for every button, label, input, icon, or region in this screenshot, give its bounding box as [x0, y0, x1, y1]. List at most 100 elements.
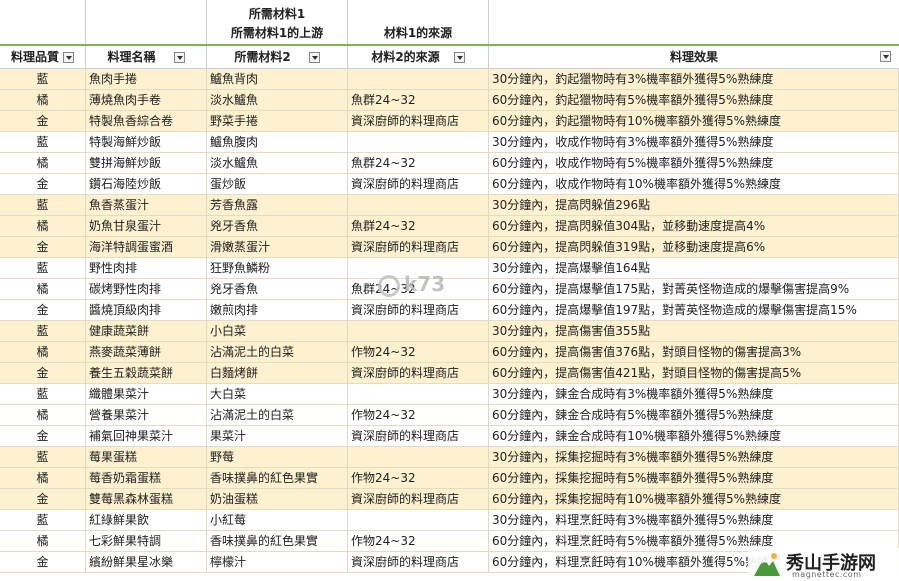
cell-quality[interactable]: 藍 — [0, 195, 86, 216]
cell-source2[interactable]: 作物24~32 — [348, 342, 489, 363]
filter-dropdown-icon[interactable] — [63, 52, 74, 63]
cell-dish-name[interactable]: 纖體果菜汁 — [86, 384, 207, 405]
cell-material2[interactable]: 滑嫩蒸蛋汁 — [207, 237, 348, 258]
cell-dish-name[interactable]: 醬燒頂級肉排 — [86, 300, 207, 321]
cell-dish-name[interactable]: 健康蔬菜餅 — [86, 321, 207, 342]
cell-effect[interactable]: 60分鐘內，鍊金合成時有5%機率額外獲得5%熟練度 — [489, 405, 899, 426]
cell-quality[interactable]: 橘 — [0, 153, 86, 174]
cell-material2[interactable]: 果菜汁 — [207, 426, 348, 447]
cell-dish-name[interactable]: 燕麥蔬菜薄餅 — [86, 342, 207, 363]
filter-dropdown-icon[interactable] — [453, 52, 465, 63]
cell-quality[interactable]: 橘 — [0, 531, 86, 552]
cell-dish-name[interactable]: 特製海鮮炒飯 — [86, 132, 207, 153]
cell-dish-name[interactable]: 雙莓黑森林蛋糕 — [86, 489, 207, 510]
cell-source2[interactable] — [348, 447, 489, 468]
cell-effect[interactable]: 60分鐘內，提高閃躲值304點，並移動速度提高4% — [489, 216, 899, 237]
cell-effect[interactable]: 30分鐘內，釣起獵物時有3%機率額外獲得5%熟練度 — [489, 69, 899, 90]
cell-material2[interactable]: 芳香魚露 — [207, 195, 348, 216]
cell-dish-name[interactable]: 養生五穀蔬菜餅 — [86, 363, 207, 384]
cell-quality[interactable]: 藍 — [0, 384, 86, 405]
cell-effect[interactable]: 60分鐘內，提高傷害值421點，對頭目怪物的傷害提高5% — [489, 363, 899, 384]
cell-dish-name[interactable]: 魚肉手捲 — [86, 69, 207, 90]
cell-material2[interactable]: 奶油蛋糕 — [207, 489, 348, 510]
cell-effect[interactable]: 30分鐘內，提高爆擊值164點 — [489, 258, 899, 279]
cell-material2[interactable]: 兇牙香魚 — [207, 216, 348, 237]
cell-dish-name[interactable]: 碳烤野性肉排 — [86, 279, 207, 300]
cell-effect[interactable]: 30分鐘內，提高閃躲值296點 — [489, 195, 899, 216]
cell-quality[interactable]: 橘 — [0, 216, 86, 237]
cell-quality[interactable]: 金 — [0, 174, 86, 195]
filter-dropdown-icon[interactable] — [880, 51, 891, 62]
cell-quality[interactable]: 藍 — [0, 69, 86, 90]
cell-effect[interactable]: 60分鐘內，提高爆擊值197點，對菁英怪物造成的爆擊傷害提高15% — [489, 300, 899, 321]
cell-source2[interactable]: 資深廚師的料理商店 — [348, 237, 489, 258]
cell-material2[interactable]: 小紅莓 — [207, 510, 348, 531]
cell-effect[interactable]: 60分鐘內，提高傷害值376點，對頭目怪物的傷害提高3% — [489, 342, 899, 363]
cell-effect[interactable]: 60分鐘內，提高爆擊值175點，對菁英怪物造成的爆擊傷害提高9% — [489, 279, 899, 300]
cell-source2[interactable]: 魚群24~32 — [348, 216, 489, 237]
cell-effect[interactable]: 30分鐘內，採集挖掘時有3%機率額外獲得5%熟練度 — [489, 447, 899, 468]
cell-quality[interactable]: 金 — [0, 300, 86, 321]
cell-quality[interactable]: 藍 — [0, 447, 86, 468]
cell-source2[interactable]: 作物24~32 — [348, 405, 489, 426]
cell-material2[interactable]: 白麵烤餅 — [207, 363, 348, 384]
cell-quality[interactable]: 藍 — [0, 321, 86, 342]
cell-quality[interactable]: 橘 — [0, 405, 86, 426]
cell-dish-name[interactable]: 薄燒魚肉手卷 — [86, 90, 207, 111]
cell-quality[interactable]: 金 — [0, 552, 86, 573]
cell-source2[interactable]: 資深廚師的料理商店 — [348, 300, 489, 321]
cell-source2[interactable]: 資深廚師的料理商店 — [348, 552, 489, 573]
cell-quality[interactable]: 橘 — [0, 342, 86, 363]
cell-material2[interactable]: 淡水鱸魚 — [207, 153, 348, 174]
cell-source2[interactable]: 魚群24~32 — [348, 90, 489, 111]
cell-effect[interactable]: 60分鐘內，釣起獵物時有5%機率額外獲得5%熟練度 — [489, 90, 899, 111]
cell-effect[interactable]: 60分鐘內，提高閃躲值319點，並移動速度提高6% — [489, 237, 899, 258]
cell-dish-name[interactable]: 七彩鮮果特調 — [86, 531, 207, 552]
cell-material2[interactable]: 野菜手捲 — [207, 111, 348, 132]
cell-source2[interactable] — [348, 384, 489, 405]
cell-dish-name[interactable]: 海洋特調蛋蜜酒 — [86, 237, 207, 258]
cell-quality[interactable]: 金 — [0, 489, 86, 510]
cell-material2[interactable]: 鱸魚腹肉 — [207, 132, 348, 153]
cell-quality[interactable]: 橘 — [0, 279, 86, 300]
cell-material2[interactable]: 鱸魚背肉 — [207, 69, 348, 90]
cell-dish-name[interactable]: 紅綠鮮果飲 — [86, 510, 207, 531]
cell-quality[interactable]: 藍 — [0, 258, 86, 279]
cell-dish-name[interactable]: 繽紛鮮果星冰樂 — [86, 552, 207, 573]
cell-quality[interactable]: 金 — [0, 237, 86, 258]
cell-source2[interactable]: 資深廚師的料理商店 — [348, 363, 489, 384]
cell-dish-name[interactable]: 奶魚甘泉蛋汁 — [86, 216, 207, 237]
cell-source2[interactable]: 作物24~32 — [348, 531, 489, 552]
cell-material2[interactable]: 沾滿泥土的白菜 — [207, 405, 348, 426]
cell-quality[interactable]: 金 — [0, 426, 86, 447]
cell-effect[interactable]: 60分鐘內，採集挖掘時有5%機率額外獲得5%熟練度 — [489, 468, 899, 489]
cell-material2[interactable]: 蛋炒飯 — [207, 174, 348, 195]
cell-dish-name[interactable]: 營養果菜汁 — [86, 405, 207, 426]
cell-quality[interactable]: 藍 — [0, 510, 86, 531]
cell-source2[interactable] — [348, 321, 489, 342]
cell-quality[interactable]: 橘 — [0, 90, 86, 111]
cell-material2[interactable]: 香味撲鼻的紅色果實 — [207, 468, 348, 489]
cell-effect[interactable]: 60分鐘內，釣起獵物時有10%機率額外獲得5%熟練度 — [489, 111, 899, 132]
cell-material2[interactable]: 香味撲鼻的紅色果實 — [207, 531, 348, 552]
cell-material2[interactable]: 野莓 — [207, 447, 348, 468]
cell-quality[interactable]: 藍 — [0, 132, 86, 153]
cell-quality[interactable]: 金 — [0, 111, 86, 132]
cell-dish-name[interactable]: 補氣回神果菜汁 — [86, 426, 207, 447]
cell-material2[interactable]: 淡水鱸魚 — [207, 90, 348, 111]
cell-effect[interactable]: 60分鐘內，收成作物時有5%機率額外獲得5%熟練度 — [489, 153, 899, 174]
cell-dish-name[interactable]: 鑽石海陸炒飯 — [86, 174, 207, 195]
cell-source2[interactable] — [348, 69, 489, 90]
filter-dropdown-icon[interactable] — [308, 52, 320, 63]
cell-source2[interactable]: 作物24~32 — [348, 468, 489, 489]
cell-effect[interactable]: 30分鐘內，鍊金合成時有3%機率額外獲得5%熟練度 — [489, 384, 899, 405]
cell-material2[interactable]: 檸檬汁 — [207, 552, 348, 573]
cell-material2[interactable]: 小白菜 — [207, 321, 348, 342]
cell-effect[interactable]: 60分鐘內，收成作物時有10%機率額外獲得5%熟練度 — [489, 174, 899, 195]
cell-effect[interactable]: 30分鐘內，收成作物時有3%機率額外獲得5%熟練度 — [489, 132, 899, 153]
cell-source2[interactable]: 資深廚師的料理商店 — [348, 489, 489, 510]
cell-material2[interactable]: 兇牙香魚 — [207, 279, 348, 300]
cell-dish-name[interactable]: 特製魚香綜合卷 — [86, 111, 207, 132]
cell-effect[interactable]: 60分鐘內，鍊金合成時有10%機率額外獲得5%熟練度 — [489, 426, 899, 447]
cell-material2[interactable]: 沾滿泥土的白菜 — [207, 342, 348, 363]
